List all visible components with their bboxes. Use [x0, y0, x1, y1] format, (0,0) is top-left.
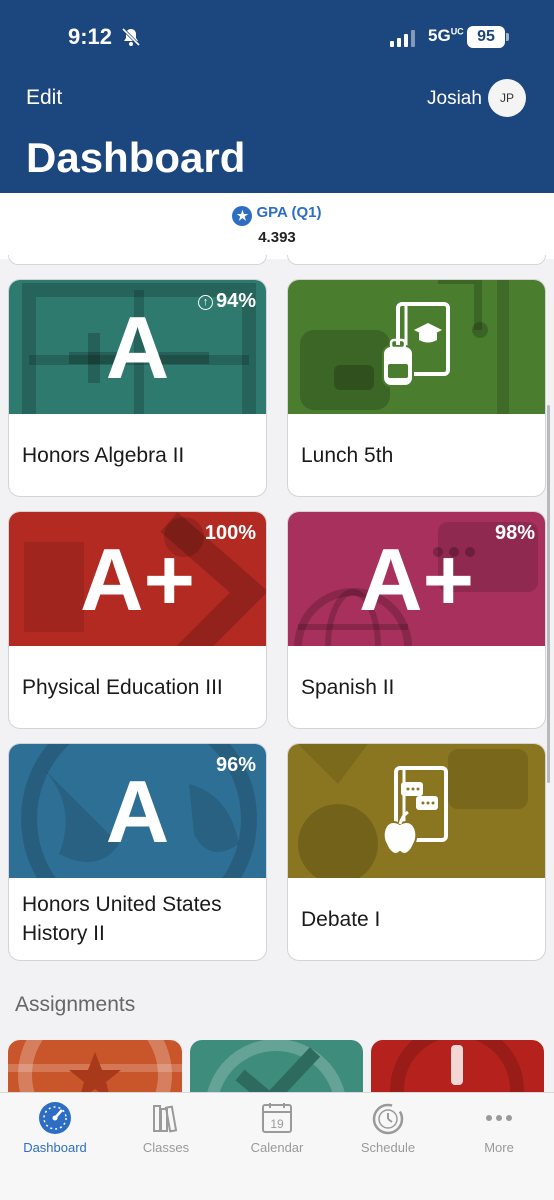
tab-label: Calendar [250, 1140, 304, 1155]
star-target-icon [8, 1040, 182, 1100]
battery-icon: 95 [467, 26, 505, 48]
card-edge [287, 255, 546, 265]
calendar-day: 19 [270, 1117, 284, 1131]
gpa-bar[interactable]: ★ GPA (Q1) 4.393 [0, 193, 554, 259]
class-banner: A ↑ 94% [9, 280, 266, 414]
assignment-card[interactable] [190, 1040, 363, 1100]
user-name[interactable]: Josiah [427, 88, 482, 110]
avatar[interactable]: JP [488, 79, 526, 117]
tab-label: Dashboard [23, 1140, 87, 1155]
class-name: Spanish II [301, 675, 395, 699]
assignment-card[interactable] [8, 1040, 182, 1100]
star-icon: ★ [232, 206, 253, 226]
app-header: 9:12 5GUC 95 Edit Josiah JP Dashboard [0, 0, 554, 193]
bell-muted-icon [121, 27, 141, 47]
tab-label: Schedule [360, 1140, 416, 1155]
page-title: Dashboard [26, 134, 246, 181]
network-label: 5GUC [428, 26, 464, 45]
tab-calendar[interactable]: 19 Calendar [222, 1093, 332, 1163]
more-dots-icon [486, 1115, 512, 1121]
tab-label: More [484, 1140, 514, 1155]
gpa-label: ★ GPA (Q1) [0, 204, 554, 226]
trend-up-icon: ↑ [197, 295, 213, 310]
assignments-heading: Assignments [15, 993, 136, 1016]
calendar-icon: 19 [262, 1103, 292, 1133]
letter-grade: A+ [80, 530, 195, 629]
books-icon [153, 1105, 178, 1133]
class-banner [288, 280, 545, 414]
exclamation-icon [390, 1040, 524, 1100]
battery-tip [506, 33, 509, 41]
backpack-book-icon [382, 302, 450, 387]
grade-percent: 98% [494, 522, 535, 544]
grade-percent: 96% [215, 754, 256, 776]
class-name: Debate I [301, 907, 381, 931]
class-card[interactable]: A ↑ 94% Honors Algebra II [8, 279, 267, 497]
class-banner: A 96% [9, 744, 266, 878]
class-banner [288, 744, 545, 878]
class-card[interactable]: A+ 100% Physical Education III [8, 511, 267, 729]
clock-icon [372, 1103, 404, 1135]
edit-button[interactable]: Edit [26, 86, 62, 110]
scroll-indicator[interactable] [547, 405, 550, 783]
status-time: 9:12 [68, 24, 113, 49]
class-card[interactable]: Lunch 5th [287, 279, 546, 497]
letter-grade: A [105, 298, 170, 397]
class-banner: A+ 100% [9, 512, 266, 646]
class-card[interactable]: A+ 98% Spanish II [287, 511, 546, 729]
signal-icon [390, 29, 415, 47]
class-name: Honors United States History II [22, 893, 222, 945]
checkmark-icon [205, 1040, 347, 1100]
tab-bar: Dashboard Classes 19 Calendar Schedule M… [0, 1092, 554, 1200]
tab-more[interactable]: More [444, 1093, 554, 1163]
class-name: Lunch 5th [301, 443, 394, 467]
class-name: Physical Education III [22, 675, 223, 699]
card-edge [8, 255, 267, 265]
tab-label: Classes [142, 1140, 190, 1155]
status-bar: 9:12 5GUC 95 [0, 22, 554, 56]
class-banner: A+ 98% [288, 512, 545, 646]
gpa-value: 4.393 [258, 229, 296, 246]
grade-percent: 100% [204, 522, 256, 544]
gauge-icon [39, 1102, 71, 1134]
class-card[interactable]: Debate I [287, 743, 546, 961]
letter-grade: A+ [359, 530, 474, 629]
class-name: Honors Algebra II [22, 443, 185, 467]
grade-percent: ↑ 94% [197, 290, 256, 313]
class-card[interactable]: A 96% Honors United States History II [8, 743, 267, 961]
tab-classes[interactable]: Classes [111, 1093, 221, 1163]
assignment-card[interactable] [371, 1040, 544, 1100]
tab-dashboard[interactable]: Dashboard [0, 1093, 110, 1163]
letter-grade: A [105, 762, 170, 861]
tab-schedule[interactable]: Schedule [333, 1093, 443, 1163]
book-apple-speech-icon [382, 766, 448, 855]
